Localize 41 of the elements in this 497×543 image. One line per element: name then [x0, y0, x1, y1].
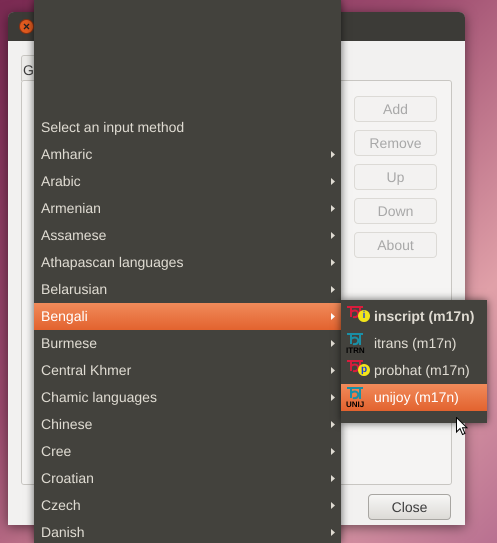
submenu-arrow-icon — [331, 421, 335, 428]
icon-caption: UNIJ — [346, 400, 364, 408]
submenu-arrow-icon — [331, 502, 335, 509]
menu-item[interactable]: Chinese — [34, 411, 341, 438]
submenu-arrow-icon — [331, 529, 335, 536]
menu-item[interactable]: Croatian — [34, 465, 341, 492]
menu-header: Select an input method — [40, 118, 184, 137]
submenu-arrow-icon — [331, 286, 335, 293]
menu-item[interactable]: Amharic — [34, 141, 341, 168]
submenu-arrow-icon — [331, 313, 335, 320]
menu-item[interactable]: Cree — [34, 438, 341, 465]
submenu-arrow-icon — [331, 205, 335, 212]
submenu-arrow-icon — [331, 178, 335, 185]
menu-item[interactable]: Chamic languages — [34, 384, 341, 411]
icon-caption: ITRN — [346, 346, 365, 354]
mouse-pointer-icon — [456, 417, 468, 436]
submenu-item[interactable]: i inscript (m17n) — [341, 303, 487, 330]
submenu-arrow-icon — [331, 259, 335, 266]
submenu-arrow-icon — [331, 394, 335, 401]
submenu-arrow-icon — [331, 340, 335, 347]
submenu-item[interactable]: ITRN itrans (m17n) — [341, 330, 487, 357]
submenu-arrow-icon — [331, 232, 335, 239]
menu-item[interactable]: Central Khmer — [34, 357, 341, 384]
menu-item[interactable]: Arabic — [34, 168, 341, 195]
close-icon[interactable] — [19, 19, 34, 34]
submenu-item[interactable]: UNIJ unijoy (m17n) — [341, 384, 487, 411]
icon-badge: p — [358, 364, 370, 376]
menu-item[interactable]: Belarusian — [34, 276, 341, 303]
menu-item[interactable]: Danish — [34, 519, 341, 543]
menu-item[interactable]: Burmese — [34, 330, 341, 357]
icon-badge: i — [358, 310, 370, 322]
submenu-arrow-icon — [331, 151, 335, 158]
menu-item[interactable]: Assamese — [34, 222, 341, 249]
submenu-arrow-icon — [331, 448, 335, 455]
submenu-item[interactable]: p probhat (m17n) — [341, 357, 487, 384]
submenu-arrow-icon — [331, 367, 335, 374]
close-button[interactable]: Close — [368, 494, 451, 520]
menu-item[interactable]: Czech — [34, 492, 341, 519]
submenu-arrow-icon — [331, 475, 335, 482]
menu-item[interactable]: Athapascan languages — [34, 249, 341, 276]
menu-item[interactable]: Armenian — [34, 195, 341, 222]
